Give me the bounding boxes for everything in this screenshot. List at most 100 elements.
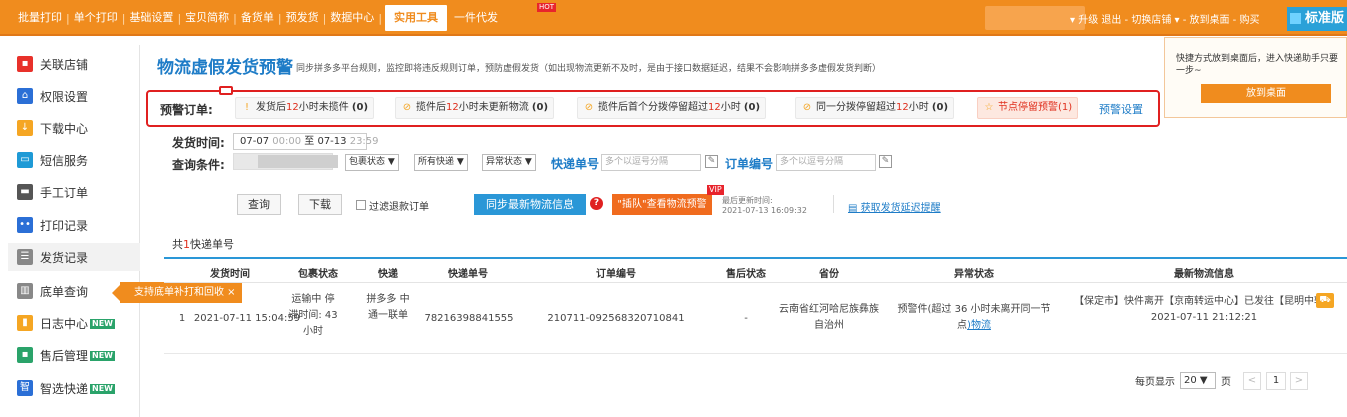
last-update-time: 2021-07-13 16:09:32	[722, 206, 807, 215]
node-chip-label: 节点停留预警(1)	[998, 102, 1073, 113]
sidebar-label-text: 发货记录	[40, 250, 89, 265]
package-status-select[interactable]: 包裹状态 ▼	[345, 154, 399, 171]
nav-item-active[interactable]: 实用工具	[385, 5, 448, 31]
sidebar-item[interactable]: ▭ 短信服务	[8, 146, 140, 174]
express-cell: 拼多多 中通一联单	[366, 294, 410, 321]
sidebar-item[interactable]: ↓ 下载中心	[8, 114, 140, 142]
date-to-sep: 至	[304, 136, 315, 147]
nav-item[interactable]: 备货单	[237, 0, 278, 36]
abnormal-status-select[interactable]: 异常状态 ▼	[482, 154, 536, 171]
nav-item[interactable]: 宝贝简称	[181, 0, 233, 36]
per-page-select[interactable]: 20 ▼	[1180, 372, 1216, 389]
sidebar-label-text: 下载中心	[40, 121, 89, 136]
top-right-menu[interactable]: ▾ 升级 退出 - 切换店铺 ▾ - 放到桌面 - 购买	[1070, 0, 1259, 36]
total-pre: 共	[172, 238, 183, 251]
table-row[interactable]: 1 2021-07-11 15:04:59 运输中 停滞时间: 43小时 拼多多…	[164, 284, 1347, 354]
warning-chip[interactable]: ⊘ 揽件后首个分拨停留超过12小时 (0)	[577, 97, 767, 119]
record-icon: ••	[17, 217, 33, 233]
ship-record-icon: ☰	[17, 249, 33, 265]
table-header: 发货时间 包裹状态 快递 快递单号 订单编号 售后状态 省份 异常状态 最新物流信息	[164, 257, 1347, 283]
printer-icon: ▬	[17, 184, 33, 200]
total-post: 快递单号	[190, 238, 234, 251]
hot-badge: HOT	[537, 3, 557, 12]
chip-text: 发货后	[256, 102, 286, 113]
abnormal-link[interactable]: )物流	[967, 320, 991, 331]
sidebar-item-label: 手工订单	[40, 184, 88, 201]
warning-settings-link[interactable]: 预警设置	[1099, 101, 1143, 117]
column-header: 省份	[819, 269, 839, 280]
help-icon[interactable]: ?	[590, 197, 603, 210]
sidebar-item[interactable]: ☰ 发货记录	[8, 243, 140, 271]
new-badge: NEW	[90, 351, 115, 361]
page-unit: 页	[1221, 377, 1231, 388]
put-on-desktop-button[interactable]: 放到桌面	[1201, 84, 1331, 103]
sidebar-item[interactable]: 智智选快递 NEW	[8, 374, 140, 402]
chip-hours: 12	[896, 102, 909, 113]
top-nav: 批量打印 | 单个打印 | 基础设置 | 宝贝简称 | 备货单 | 预发货 | 数据中心 | 实用工具 一件代…	[0, 0, 557, 36]
download-icon: ↓	[17, 120, 33, 136]
edit-icon[interactable]: ✎	[705, 155, 718, 168]
sidebar-item[interactable]: ▬ 手工订单	[8, 178, 140, 206]
nav-item[interactable]: 数据中心	[326, 0, 378, 36]
sidebar-item[interactable]: ⌂ 权限设置	[8, 82, 140, 110]
download-button[interactable]: 下载	[298, 194, 342, 215]
chip-count: (0)	[351, 102, 369, 113]
package-status-cell: 运输中 停滞时间: 43小时	[288, 294, 338, 337]
nav-item[interactable]: 单个打印	[70, 0, 122, 36]
top-right-links[interactable]: ▾ 升级 退出 - 切换店铺 ▾ - 放到桌面 - 购买	[1070, 11, 1259, 26]
star-icon: ☆	[984, 102, 994, 113]
warning-chip[interactable]: ! 发货后12小时未揽件 (0)	[235, 97, 375, 119]
sidebar-label-text: 手工订单	[40, 185, 89, 200]
edit-icon[interactable]: ✎	[879, 155, 892, 168]
sidebar-label-text: 权限设置	[40, 89, 89, 104]
vip-badge: VIP	[707, 185, 724, 195]
province-cell: 云南省红河哈尼族彝族自治州	[779, 304, 879, 331]
nav-item[interactable]: 一件代发	[450, 0, 502, 36]
ship-date-range[interactable]: 07-07 00:00 至 07-13 23:59	[233, 133, 379, 150]
warning-icon: ⊘	[402, 102, 412, 113]
jump-queue-button[interactable]: "插队"查看物流预警	[612, 194, 712, 215]
total-number: 1	[183, 238, 190, 251]
query-button[interactable]: 查询	[237, 194, 281, 215]
last-update-label: 最后更新时间:	[722, 196, 773, 205]
filter-refund-checkbox[interactable]	[356, 200, 366, 210]
tracking-number-input[interactable]: 多个以逗号分隔	[601, 154, 701, 171]
page-1-button[interactable]: 1	[1266, 372, 1286, 390]
get-delay-reminder-link[interactable]: 获取发货延迟提醒	[848, 199, 941, 214]
tracking-cell[interactable]: 78216398841555	[419, 311, 519, 327]
logistics-cell: 【保定市】快件离开【京南转运中心】已发往【昆明中转】 2021-07-11 21:…	[1059, 294, 1347, 326]
tracking-number-label: 快递单号	[551, 157, 600, 171]
sidebar-item[interactable]: ▮ 日志中心 NEW	[8, 309, 140, 337]
nav-item[interactable]: 批量打印	[14, 0, 66, 36]
next-page-button[interactable]: >	[1290, 372, 1308, 390]
date-to: 07-13	[317, 136, 347, 147]
warning-icon: ⊘	[584, 102, 594, 113]
sidebar-item[interactable]: ▪ 关联店铺	[8, 50, 140, 78]
message-icon: ▭	[17, 152, 33, 168]
express-select[interactable]: 所有快递 ▼	[414, 154, 468, 171]
chip-hours: 12	[446, 102, 459, 113]
prev-page-button[interactable]: <	[1243, 372, 1261, 390]
sidebar-item[interactable]: ▪ 售后管理 NEW	[8, 341, 140, 369]
order-cell[interactable]: 210711-092568320710841	[541, 311, 691, 327]
column-header: 订单编号	[596, 269, 636, 280]
page-subtitle: 同步拼多多平台规则，监控即将违反规则订单，预防虚假发货（如出现物流更新不及时，是…	[296, 64, 882, 74]
warning-chip[interactable]: ⊘ 同一分拨停留超过12小时 (0)	[795, 97, 955, 119]
aftersale-icon: ▪	[17, 347, 33, 363]
sidebar-item[interactable]: •• 打印记录	[8, 211, 140, 239]
warning-icon: !	[244, 102, 249, 113]
warning-icon: ⊘	[802, 102, 812, 113]
node-stay-warning-chip[interactable]: ☆ 节点停留预警(1)	[977, 97, 1079, 119]
order-number-input[interactable]: 多个以逗号分隔	[776, 154, 876, 171]
chip-count: (0)	[743, 102, 761, 113]
chip-text: 揽件后	[416, 102, 446, 113]
warning-chip[interactable]: ⊘ 揽件后12小时未更新物流 (0)	[395, 97, 555, 119]
nav-item[interactable]: 预发货	[282, 0, 323, 36]
per-page-label: 每页显示	[1135, 377, 1175, 388]
nav-item[interactable]: 基础设置	[125, 0, 177, 36]
warning-label: 预警订单:	[160, 103, 213, 117]
sync-logistics-button[interactable]: 同步最新物流信息	[474, 194, 586, 215]
date-from: 07-07	[240, 136, 270, 147]
order-number-label: 订单编号	[725, 157, 774, 171]
truck-icon[interactable]: ⛟	[1316, 293, 1334, 308]
